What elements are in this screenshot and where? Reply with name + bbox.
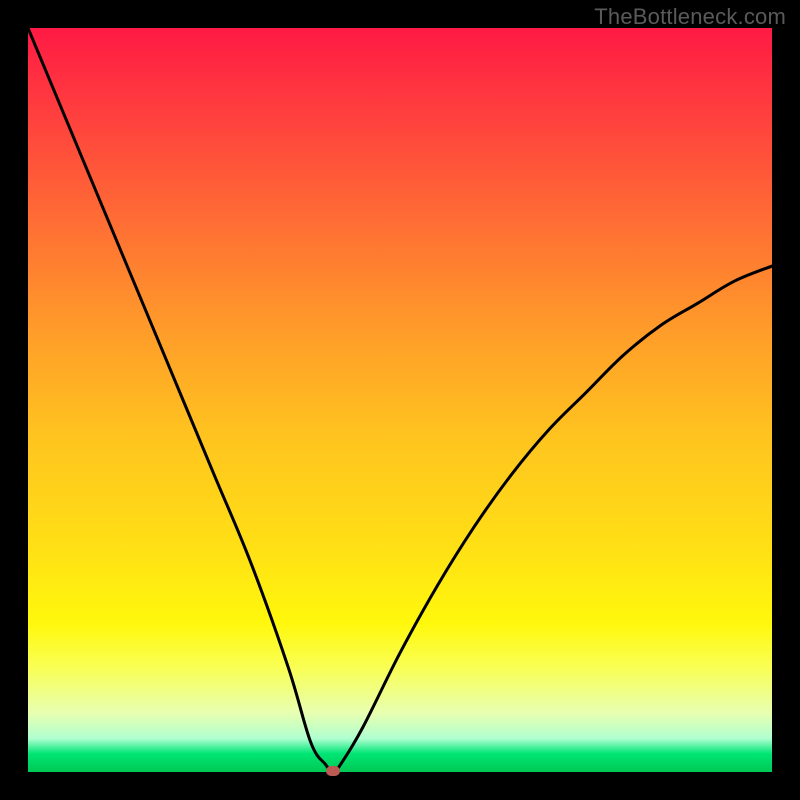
- optimal-point-marker: [326, 766, 340, 776]
- watermark-text: TheBottleneck.com: [594, 4, 786, 30]
- curve-path: [28, 28, 772, 772]
- bottleneck-curve: [28, 28, 772, 772]
- chart-frame: [28, 28, 772, 772]
